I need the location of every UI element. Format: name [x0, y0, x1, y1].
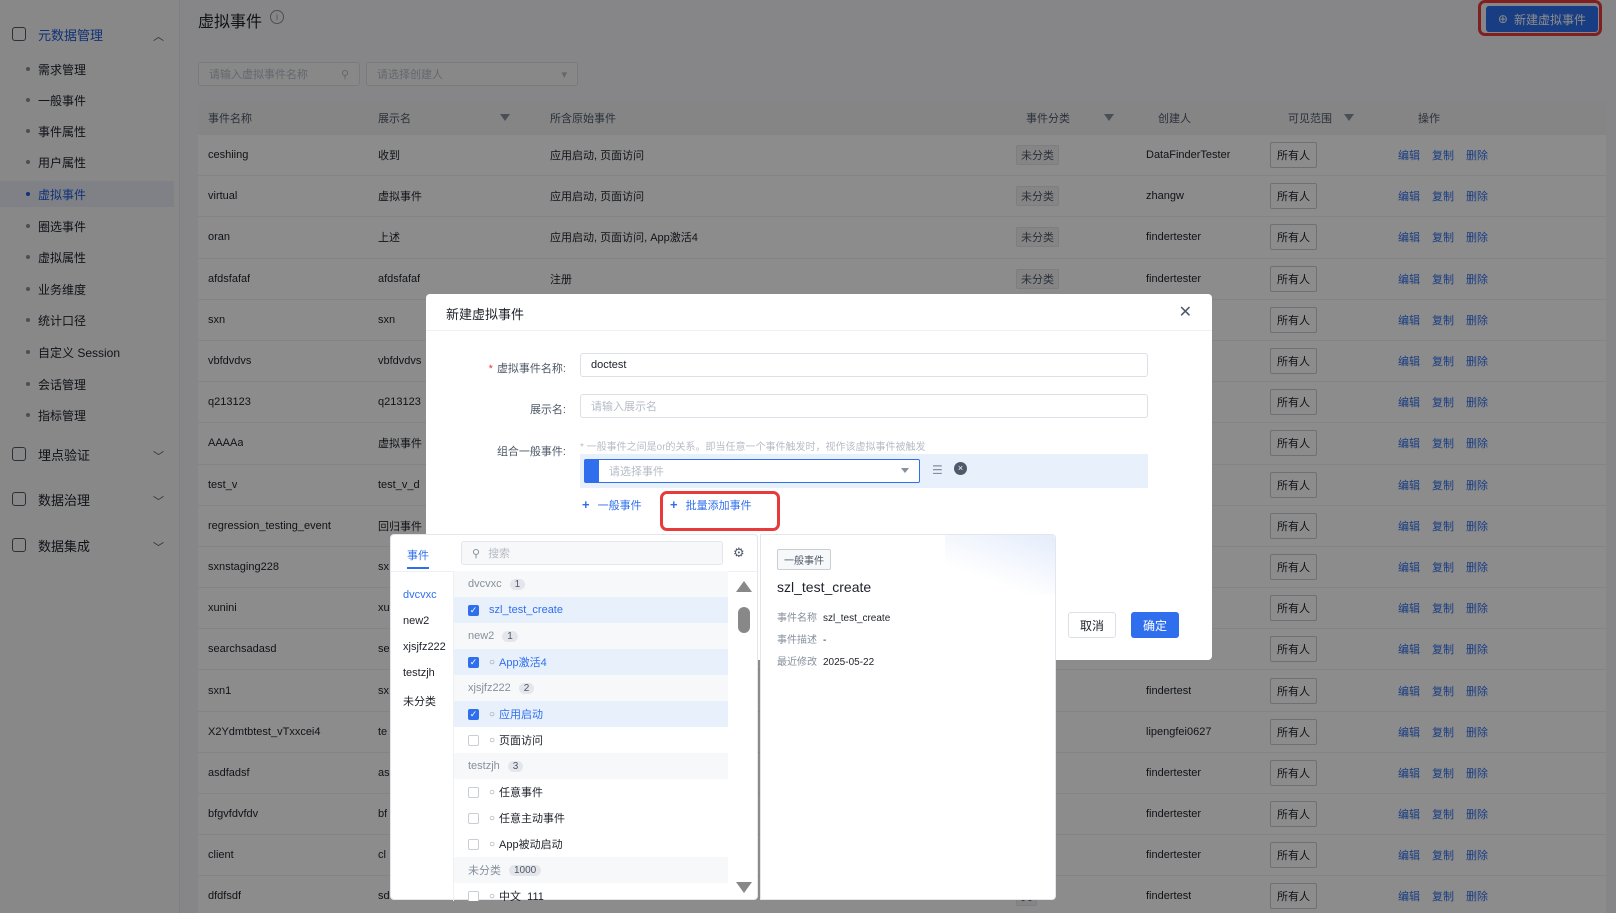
category-new2[interactable]: new2 — [403, 615, 429, 627]
combo-hint: * 一般事件之间是or的关系。即当任意一个事件触发时，视作该虚拟事件被触发 — [580, 442, 926, 453]
event-select[interactable]: 请选择事件 — [584, 459, 920, 483]
event-detail-name: szl_test_create — [777, 579, 872, 595]
event-group-header: dvcvxc 1 — [454, 571, 728, 597]
plus-icon: + — [670, 497, 678, 512]
event-type-tag: 一般事件 — [777, 549, 831, 570]
batch-add-events-button[interactable]: + 批量添加事件 — [670, 497, 752, 513]
event-type-icon: ○ — [489, 734, 496, 746]
checkbox-icon[interactable] — [468, 890, 479, 901]
close-icon[interactable]: ✕ — [1179, 302, 1192, 322]
ok-button[interactable]: 确定 — [1131, 612, 1179, 638]
filter-list-icon[interactable]: ☰ — [932, 463, 943, 477]
category-uncategorized[interactable]: 未分类 — [403, 693, 436, 709]
event-detail-panel: 一般事件 szl_test_create 事件名称 szl_test_create… — [760, 534, 1056, 900]
detail-event-name: 事件名称 szl_test_create — [777, 613, 891, 624]
combo-label: 组合一般事件: — [496, 446, 566, 458]
scrollbar-thumb[interactable] — [738, 607, 750, 633]
display-name-input[interactable]: 请输入展示名 — [580, 394, 1148, 418]
event-type-icon: ○ — [489, 786, 496, 798]
tab-events[interactable]: 事件 — [407, 547, 429, 569]
category-testzjh[interactable]: testzjh — [403, 667, 435, 679]
event-group-header: xjsjfz222 2 — [454, 675, 728, 701]
combo-row: 请选择事件 ☰ × — [580, 454, 1148, 488]
picker-search-input[interactable]: ⚲ 搜索 — [461, 541, 723, 565]
scroll-up-icon[interactable] — [736, 581, 752, 592]
event-option[interactable]: ○ 任意事件 — [454, 779, 728, 805]
remove-icon[interactable]: × — [954, 462, 967, 475]
event-option[interactable]: ○ 任意主动事件 — [454, 805, 728, 831]
gear-icon[interactable]: ⚙ — [733, 545, 745, 561]
decoration — [945, 535, 1055, 595]
event-group-header: new2 1 — [454, 623, 728, 649]
cancel-button[interactable]: 取消 — [1068, 612, 1116, 638]
checkbox-icon[interactable] — [468, 734, 479, 746]
plus-icon: + — [582, 497, 590, 512]
category-dvcvxc[interactable]: dvcvxc — [403, 589, 437, 601]
detail-event-desc: 事件描述 - — [777, 635, 827, 646]
event-group-header: testzjh 3 — [454, 753, 728, 779]
event-group-header: 未分类 1000 — [454, 857, 728, 883]
event-option[interactable]: ✓ ○ 应用启动 — [454, 701, 728, 727]
name-label: * 虚拟事件名称: — [488, 363, 566, 375]
event-picker-list-panel: 事件 ⚲ 搜索 ⚙ dvcvxc new2 xjsjfz222 testzjh … — [390, 534, 759, 901]
event-type-icon: ○ — [489, 656, 496, 668]
checkbox-icon[interactable] — [468, 812, 479, 824]
checkbox-icon[interactable] — [468, 786, 479, 798]
scroll-down-icon[interactable] — [736, 882, 752, 893]
chevron-down-icon — [901, 468, 909, 473]
checkbox-checked-icon[interactable]: ✓ — [468, 708, 479, 720]
checkbox-checked-icon[interactable]: ✓ — [468, 604, 479, 616]
event-name-input[interactable]: doctest — [580, 353, 1148, 377]
event-select-placeholder: 请选择事件 — [609, 466, 664, 478]
event-picker: 事件 ⚲ 搜索 ⚙ dvcvxc new2 xjsjfz222 testzjh … — [390, 534, 1058, 901]
detail-last-modified: 最近修改 2025-05-22 — [777, 657, 875, 668]
scrollbar[interactable] — [728, 571, 758, 901]
divider — [426, 330, 1212, 331]
event-list: dvcvxc 1 ✓ szl_test_create new2 1 ✓ ○ App激活4 … — [454, 571, 728, 901]
checkbox-icon[interactable] — [468, 838, 479, 850]
event-option[interactable]: ○ App被动启动 — [454, 831, 728, 857]
display-label: 展示名: — [529, 404, 566, 416]
add-general-event-button[interactable]: + 一般事件 — [582, 497, 642, 513]
event-option[interactable]: ✓ ○ App激活4 — [454, 649, 728, 675]
event-type-icon: ○ — [489, 812, 496, 824]
picker-search-placeholder: 搜索 — [488, 548, 511, 560]
event-option[interactable]: ✓ szl_test_create — [454, 597, 728, 623]
event-option[interactable]: ○ 中文_111 — [454, 883, 728, 901]
search-icon: ⚲ — [472, 547, 481, 560]
category-xjsjfz222[interactable]: xjsjfz222 — [403, 641, 446, 653]
dialog-title: 新建虚拟事件 — [446, 307, 525, 322]
event-option[interactable]: ○ 页面访问 — [454, 727, 728, 753]
event-type-icon: ○ — [489, 890, 496, 902]
checkbox-checked-icon[interactable]: ✓ — [468, 656, 479, 668]
event-type-icon: ○ — [489, 708, 496, 720]
event-type-icon: ○ — [489, 838, 496, 850]
